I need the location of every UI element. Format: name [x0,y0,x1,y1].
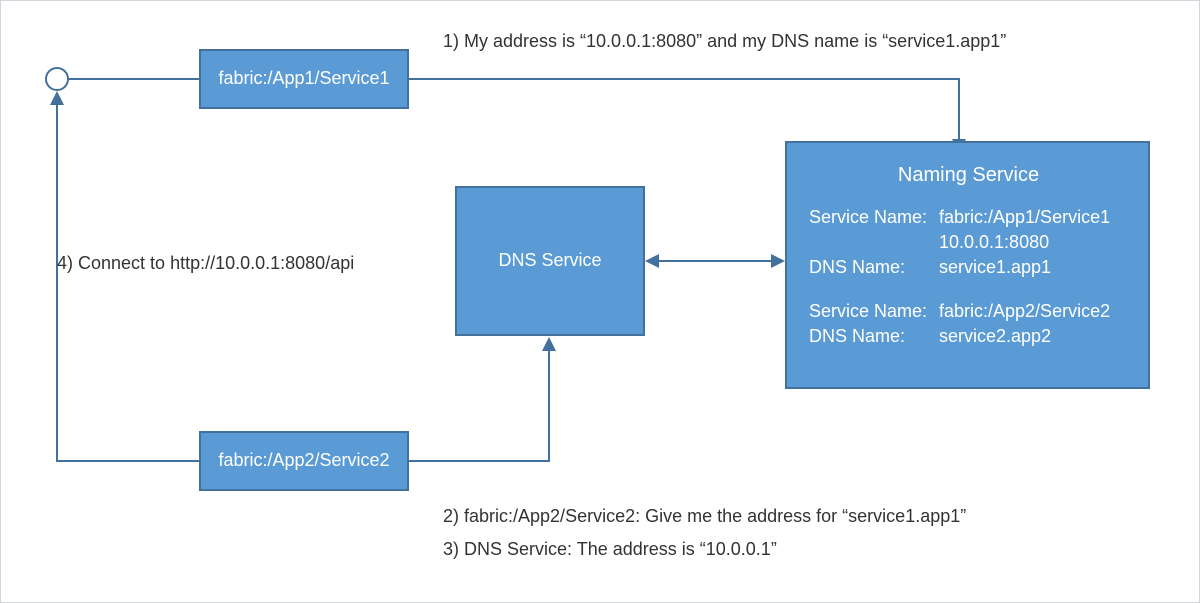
diagram-canvas: fabric:/App1/Service1 fabric:/App2/Servi… [0,0,1200,603]
naming-row-label: DNS Name: [809,324,939,349]
naming-row-value: 10.0.0.1:8080 [939,230,1128,255]
naming-row-label: Service Name: [809,299,939,324]
naming-row-value: service1.app1 [939,255,1128,280]
start-node [46,68,68,90]
annotation-step1: 1) My address is “10.0.0.1:8080” and my … [443,31,1006,52]
naming-row: 10.0.0.1:8080 [809,230,1128,255]
arrow-step1 [409,79,959,141]
arrow-step4 [57,93,199,461]
arrow-step2 [409,349,549,461]
arrow-step2-head [542,337,556,351]
naming-row-label [809,230,939,255]
naming-row: DNS Name: service1.app1 [809,255,1128,280]
box-dns-service: DNS Service [455,186,645,336]
box-service2: fabric:/App2/Service2 [199,431,409,491]
naming-row: Service Name: fabric:/App2/Service2 [809,299,1128,324]
naming-row-label: Service Name: [809,205,939,230]
arrow-step4-head [50,91,64,105]
box-service1-label: fabric:/App1/Service1 [218,66,389,91]
naming-row: Service Name: fabric:/App1/Service1 [809,205,1128,230]
naming-row-value: service2.app2 [939,324,1128,349]
box-naming-service: Naming Service Service Name: fabric:/App… [785,141,1150,389]
annotation-step3: 3) DNS Service: The address is “10.0.0.1… [443,539,777,560]
annotation-step2: 2) fabric:/App2/Service2: Give me the ad… [443,506,966,527]
annotation-step4: 4) Connect to http://10.0.0.1:8080/api [57,253,354,274]
arrow-dns-naming-head-right [771,254,785,268]
naming-row-value: fabric:/App2/Service2 [939,299,1128,324]
naming-row: DNS Name: service2.app2 [809,324,1128,349]
box-dns-label: DNS Service [498,248,601,273]
box-service2-label: fabric:/App2/Service2 [218,448,389,473]
naming-service-title: Naming Service [809,161,1128,189]
arrow-dns-naming-head-left [645,254,659,268]
box-service1: fabric:/App1/Service1 [199,49,409,109]
naming-row-label: DNS Name: [809,255,939,280]
naming-row-value: fabric:/App1/Service1 [939,205,1128,230]
